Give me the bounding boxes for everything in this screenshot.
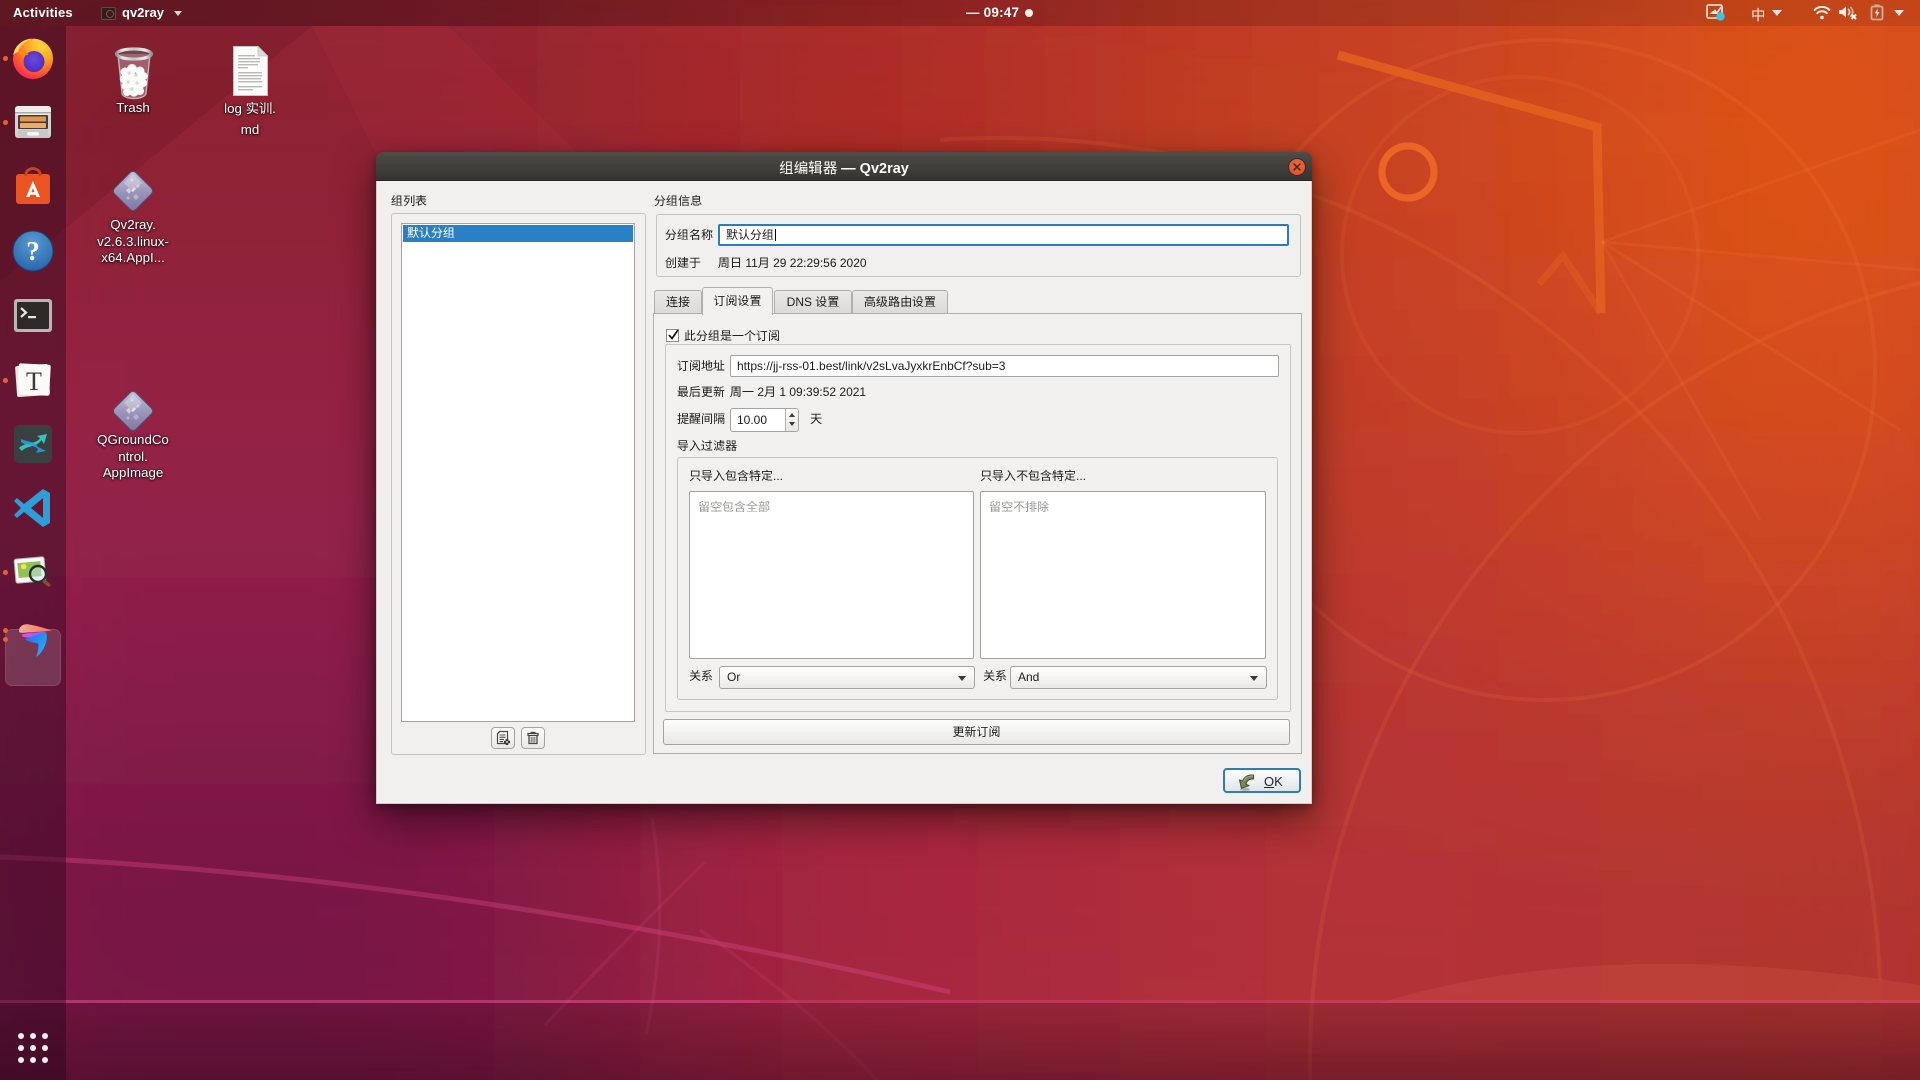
svg-text:?: ? (26, 236, 40, 266)
svg-text:T: T (26, 367, 42, 396)
